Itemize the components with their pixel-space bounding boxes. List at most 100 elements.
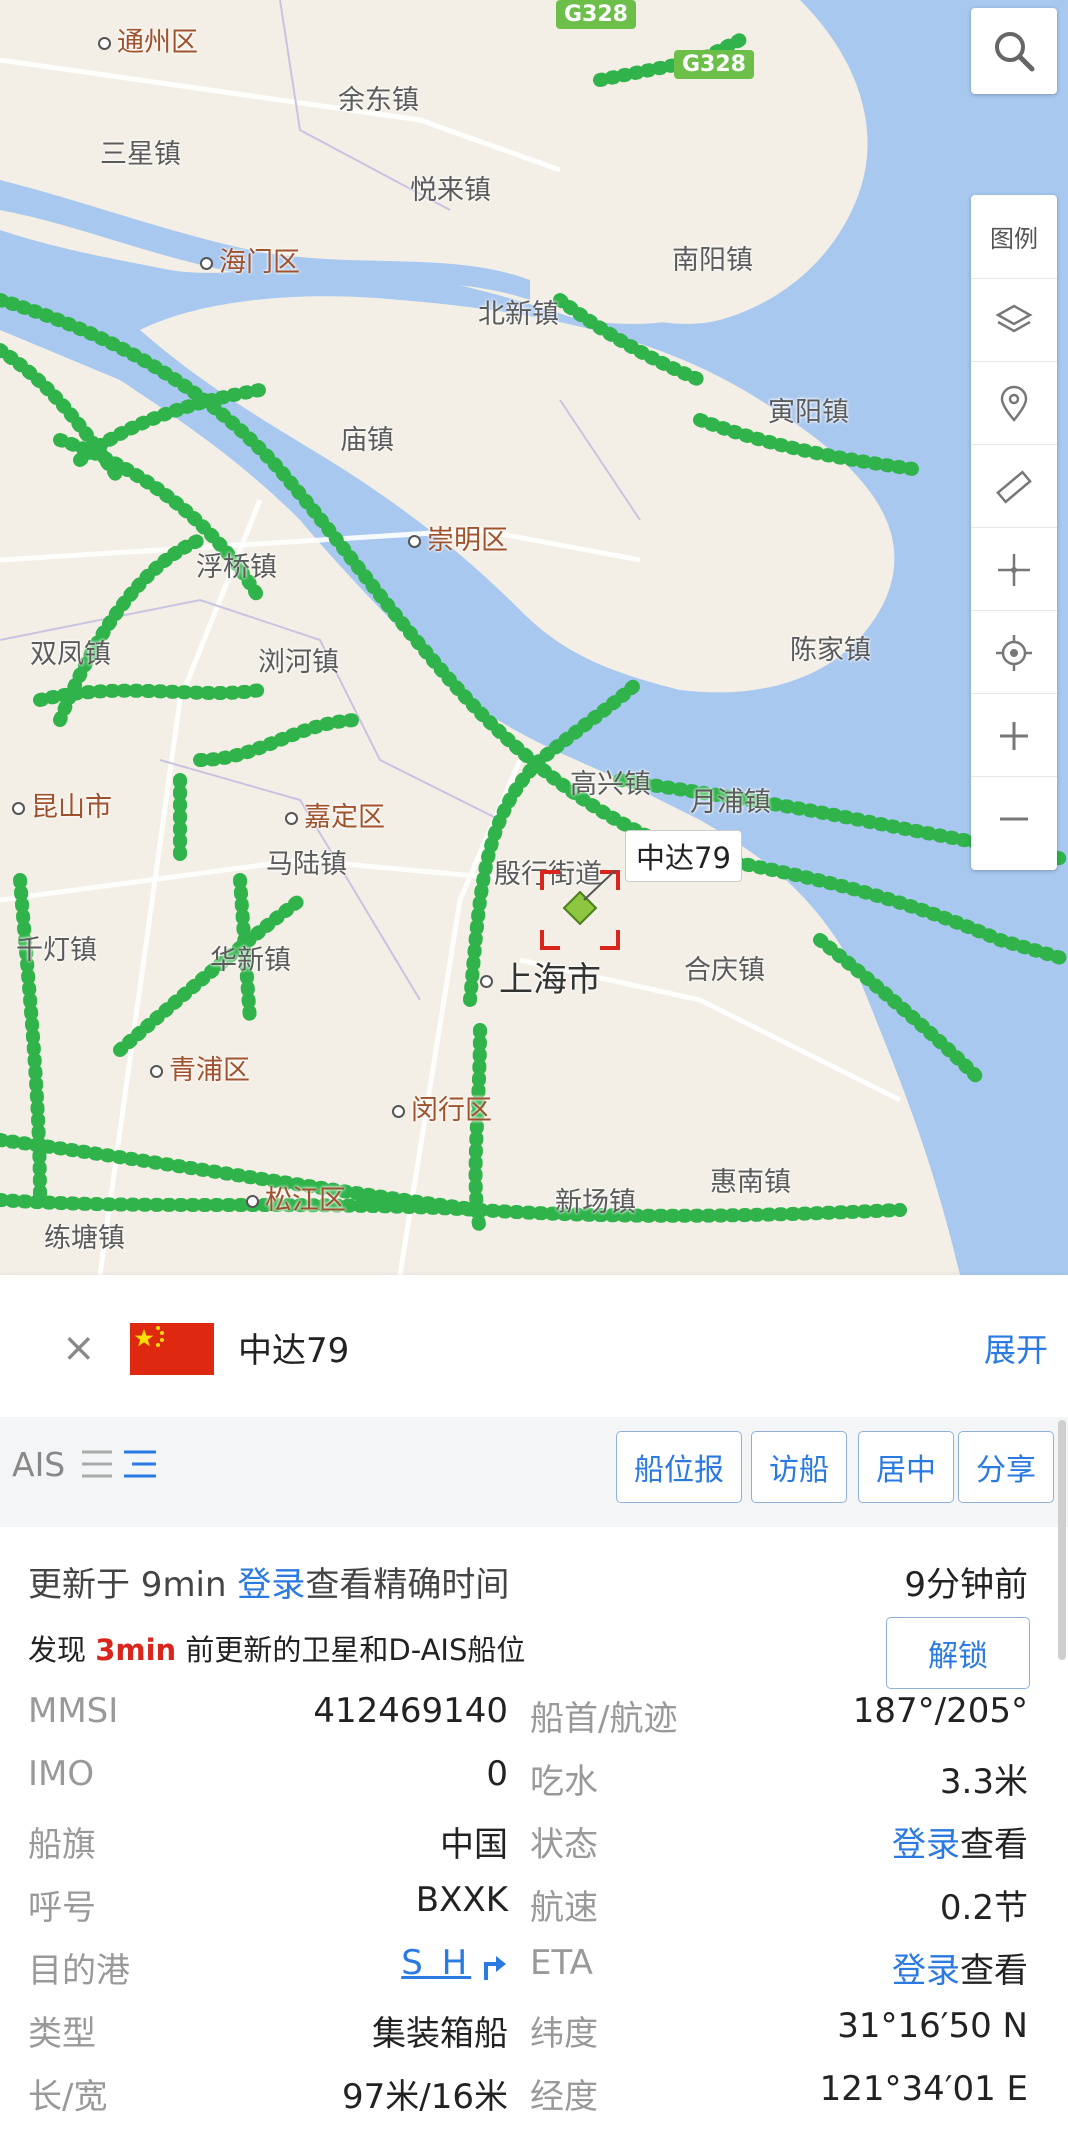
detail-row: 呼号 BXXK 航速 0.2节 [0,1880,1068,1942]
place-tongzhou: 通州区 [98,20,198,59]
place-xinyuan: 新场镇 [555,1187,636,1218]
share-button[interactable]: 分享 [958,1431,1054,1503]
ruler-button[interactable] [971,444,1057,528]
map-toolbar: 图例 [971,195,1057,870]
close-icon[interactable]: × [62,1325,96,1371]
latitude-value: 31°16′50 N [837,2006,1028,2046]
detail-row: 长/宽 97米/16米 经度 121°34′01 E [0,2069,1068,2131]
eta-login-link[interactable]: 登录 [892,1951,960,1991]
ruler-icon [996,469,1032,504]
place-nanyang: 南阳镇 [672,245,753,276]
place-malu: 马陆镇 [266,849,347,880]
longitude-value: 121°34′01 E [819,2069,1028,2109]
ship-header: × 中达79 展开 [0,1275,1068,1417]
legend-label: 图例 [990,225,1038,253]
destination-value[interactable]: S H [401,1943,508,1983]
zoom-out-button[interactable] [971,776,1057,860]
type-value: 集装箱船 [372,2014,508,2054]
unlock-button[interactable]: 解锁 [886,1617,1030,1689]
status-label: 状态 [530,1825,598,1865]
place-liantang: 练塘镇 [44,1223,125,1254]
road-shield-g328: G328 [674,50,754,79]
destination-link[interactable]: S H [401,1943,471,1983]
crosshair-button[interactable] [971,527,1057,611]
search-button[interactable] [971,8,1057,94]
location-pin-icon [1000,385,1028,422]
detail-row: 船旗 中国 状态 登录查看 [0,1817,1068,1879]
callsign-value: BXXK [415,1880,508,1920]
place-shuangfeng: 双凤镇 [30,639,111,670]
place-heqing: 合庆镇 [684,955,765,986]
place-yudong: 余东镇 [338,85,419,116]
sat-suffix: 前更新的卫星和D-AIS船位 [176,1633,526,1667]
status-value: 登录查看 [892,1817,1028,1866]
status-login-link[interactable]: 登录 [892,1825,960,1865]
visit-ship-button[interactable]: 访船 [751,1431,847,1503]
satellite-notice: 发现 3min 前更新的卫星和D-AIS船位 [28,1627,525,1669]
flag-label: 船旗 [28,1825,96,1865]
place-haimen: 海门区 [200,240,300,279]
place-beixin: 北新镇 [478,299,559,330]
expand-link[interactable]: 展开 [984,1325,1048,1371]
ship-marker[interactable] [540,870,620,950]
detail-row: 类型 集装箱船 纬度 31°16′50 N [0,2006,1068,2068]
ship-details: 更新于 9min 登录查看精确时间 9分钟前 发现 3min 前更新的卫星和D-… [0,1527,1068,2150]
place-sanxing: 三星镇 [100,139,181,170]
place-shanghai: 上海市 [480,952,601,1001]
sat-time: 3min [95,1633,177,1667]
imo-label: IMO [28,1754,95,1794]
list-detail-icon [124,1450,156,1478]
mmsi-value: 412469140 [313,1691,508,1731]
ship-map-label[interactable]: 中达79 [625,830,742,882]
place-qiandeng: 千灯镇 [16,935,97,966]
mmsi-label: MMSI [28,1691,119,1731]
place-kunshan: 昆山市 [12,785,112,824]
crosshair-icon [998,553,1030,586]
update-ago: 9分钟前 [904,1565,1028,1605]
action-bar: AIS 船位报 访船 居中 分享 [0,1417,1068,1527]
road-shield-g328: G328 [556,0,636,29]
eta-label: ETA [530,1943,593,1983]
target-locate-button[interactable] [971,610,1057,694]
ship-icon [562,890,598,926]
speed-label: 航速 [530,1888,598,1928]
place-songjiang: 松江区 [246,1178,346,1217]
position-report-button[interactable]: 船位报 [616,1431,742,1503]
update-prefix: 更新于 9min [28,1565,238,1605]
eta-view-text: 查看 [960,1951,1028,1991]
ais-label: AIS [12,1445,66,1484]
sat-prefix: 发现 [28,1633,96,1667]
place-qingpu: 青浦区 [150,1048,250,1087]
place-chongming: 崇明区 [408,518,508,557]
place-huinan: 惠南镇 [710,1167,791,1198]
search-icon [995,32,1035,72]
zoom-out-icon [1000,817,1028,820]
zoom-in-button[interactable] [971,693,1057,777]
detail-row: IMO 0 吃水 3.3米 [0,1754,1068,1816]
place-chenjia: 陈家镇 [790,635,871,666]
list-plain-icon [82,1450,112,1478]
callsign-label: 呼号 [28,1888,96,1928]
place-miaozhen: 庙镇 [340,425,394,456]
login-link[interactable]: 登录 [237,1565,305,1605]
map-view[interactable]: 通州区 余东镇 三星镇 悦来镇 海门区 南阳镇 北新镇 寅阳镇 庙镇 崇明区 浮… [0,0,1068,1275]
draught-label: 吃水 [530,1762,598,1802]
layers-button[interactable] [971,278,1057,362]
scrollbar[interactable] [1058,1420,1066,1660]
type-label: 类型 [28,2014,96,2054]
speed-value: 0.2节 [939,1888,1028,1928]
heading-label: 船首/航迹 [530,1699,678,1739]
detail-row: MMSI 412469140 船首/航迹 187°/205° [0,1691,1068,1753]
location-pin-button[interactable] [971,361,1057,445]
imo-value: 0 [486,1754,508,1794]
center-button[interactable]: 居中 [858,1431,954,1503]
place-liuhe: 浏河镇 [258,647,339,678]
place-yuelai: 悦来镇 [410,175,491,206]
eta-value: 登录查看 [892,1943,1028,1992]
list-view-toggle[interactable] [82,1447,162,1483]
longitude-label: 经度 [530,2077,598,2117]
latitude-label: 纬度 [530,2014,598,2054]
layers-icon [995,304,1033,332]
ship-name: 中达79 [238,1331,350,1371]
legend-button[interactable]: 图例 [971,195,1057,278]
